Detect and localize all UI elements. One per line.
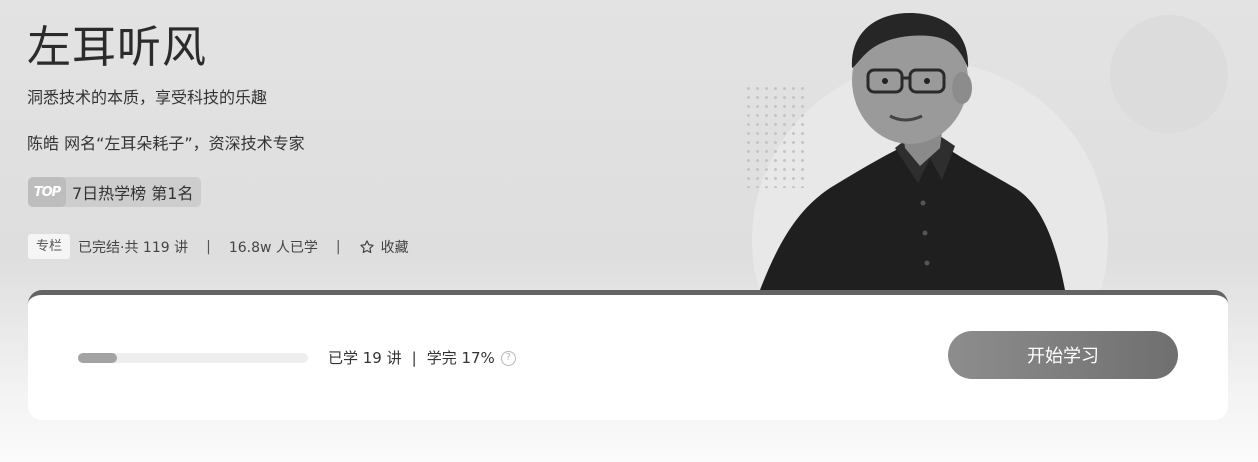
course-meta: 专栏 已完结·共 119 讲 | 16.8w 人已学 | 收藏 bbox=[28, 234, 409, 259]
decorative-circle-small bbox=[1110, 15, 1228, 133]
start-learning-button[interactable]: 开始学习 bbox=[948, 331, 1178, 379]
progress-card: 已学 19 讲 | 学完 17% ? 开始学习 bbox=[28, 290, 1228, 420]
course-status: 已完结·共 119 讲 bbox=[78, 239, 189, 256]
progress-bar bbox=[78, 353, 308, 363]
favorite-button[interactable]: 收藏 bbox=[359, 237, 409, 257]
course-subtitle: 洞悉技术的本质，享受科技的乐趣 bbox=[27, 88, 268, 107]
course-hero: 左耳听风 洞悉技术的本质，享受科技的乐趣 陈皓 网名“左耳朵耗子”，资深技术专家… bbox=[0, 0, 1258, 462]
question-circle-icon[interactable]: ? bbox=[500, 350, 516, 366]
meta-separator: | bbox=[335, 238, 341, 255]
learned-count: 已学 19 讲 bbox=[328, 349, 402, 367]
column-tag: 专栏 bbox=[28, 234, 71, 259]
course-title: 左耳听风 bbox=[27, 22, 207, 73]
meta-separator: | bbox=[206, 238, 211, 255]
author-portrait bbox=[760, 13, 1065, 290]
favorite-label: 收藏 bbox=[380, 239, 409, 256]
learner-count: 16.8w 人已学 bbox=[228, 239, 318, 256]
completion-percent: 学完 17% bbox=[426, 349, 495, 367]
top-badge-icon: TOP bbox=[28, 177, 66, 207]
progress-fill bbox=[78, 353, 118, 363]
progress-separator: | bbox=[411, 349, 417, 367]
author-intro: 陈皓 网名“左耳朵耗子”，资深技术专家 bbox=[27, 134, 305, 153]
rank-text: 7日热学榜 第1名 bbox=[72, 184, 194, 203]
rank-badge[interactable]: TOP 7日热学榜 第1名 bbox=[28, 177, 202, 207]
progress-summary: 已学 19 讲 | 学完 17% ? bbox=[328, 347, 516, 369]
star-outline-icon bbox=[359, 239, 374, 253]
